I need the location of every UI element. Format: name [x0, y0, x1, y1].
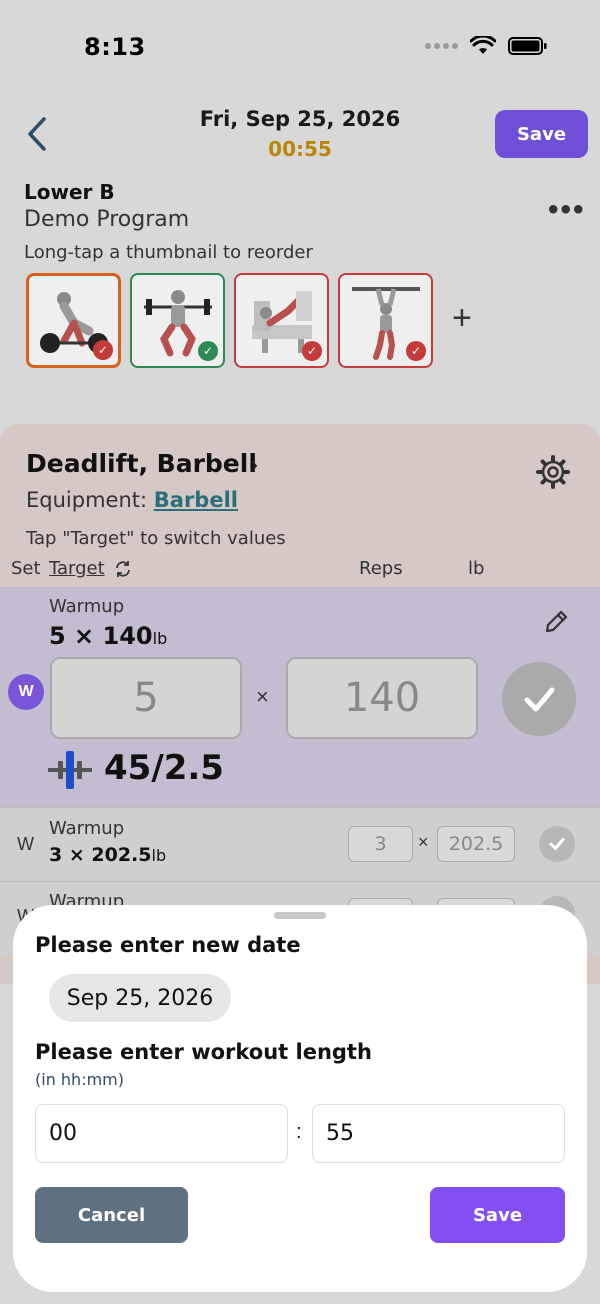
set-target[interactable]: 3 × 202.5lb: [49, 844, 166, 866]
set-label: Warmup: [49, 596, 125, 617]
status-icons: [424, 36, 548, 56]
thumbnail-hanging-leg-raise[interactable]: ✓: [338, 273, 433, 368]
gear-icon[interactable]: [536, 455, 570, 494]
more-icon[interactable]: •••: [548, 193, 586, 227]
target-weight: 202.5: [91, 844, 152, 866]
wifi-icon: [470, 36, 496, 54]
check-icon: [549, 838, 565, 850]
col-header-reps: Reps: [359, 558, 403, 579]
incomplete-check-icon: ✓: [93, 340, 113, 360]
target-reps: 5: [49, 622, 66, 650]
thumbnail-squat[interactable]: ✓: [130, 273, 225, 368]
equipment-link[interactable]: Barbell: [154, 488, 238, 512]
status-time: 8:13: [84, 33, 146, 61]
plate-breakdown: 45/2.5: [104, 748, 224, 788]
col-header-set: Set: [11, 558, 41, 579]
time-separator: :: [296, 1121, 302, 1143]
reps-input[interactable]: 3: [348, 826, 413, 862]
check-icon: [524, 687, 555, 712]
barbell-plate-icon[interactable]: [48, 751, 92, 794]
reorder-hint: Long-tap a thumbnail to reorder: [24, 242, 313, 263]
incomplete-check-icon: ✓: [406, 341, 426, 361]
sheet-save-button[interactable]: Save: [430, 1187, 565, 1243]
battery-icon: [508, 37, 547, 55]
exercise-thumbnails: ✓ ✓ ✓ ✓: [26, 273, 433, 368]
equipment-label: Equipment:: [26, 488, 148, 512]
workout-name: Lower B: [24, 180, 115, 204]
complete-check-icon: ✓: [198, 341, 218, 361]
times-symbol: ×: [418, 832, 429, 852]
sheet-grabber[interactable]: [274, 912, 326, 919]
set-target[interactable]: 5 × 140lb: [49, 622, 167, 650]
col-header-target[interactable]: Target: [49, 558, 105, 579]
signal-icon: [425, 43, 458, 49]
times-symbol: ×: [256, 684, 269, 709]
target-reps: 3: [49, 844, 63, 866]
minutes-input[interactable]: 55: [312, 1104, 565, 1163]
cancel-button[interactable]: Cancel: [35, 1187, 188, 1243]
exercise-title[interactable]: Deadlift, Barbell: [26, 449, 257, 478]
weight-input[interactable]: 202.5: [437, 826, 515, 862]
date-title: Please enter new date: [35, 933, 301, 957]
target-unit: lb: [152, 629, 168, 648]
col-header-unit: lb: [468, 558, 485, 579]
program-name: Demo Program: [24, 207, 190, 232]
chevron-right-icon[interactable]: ›: [250, 451, 258, 479]
set-type-badge[interactable]: W: [8, 674, 44, 710]
length-subtitle: (in hh:mm): [35, 1070, 124, 1089]
save-button[interactable]: Save: [495, 110, 588, 158]
target-weight: 140: [102, 622, 153, 650]
thumbnail-deadlift[interactable]: ✓: [26, 273, 121, 368]
pencil-icon[interactable]: [542, 608, 570, 641]
reps-input[interactable]: 5: [50, 657, 242, 739]
target-unit: lb: [151, 846, 167, 865]
thumbnail-leg-press[interactable]: ✓: [234, 273, 329, 368]
add-exercise-icon[interactable]: +: [452, 299, 472, 338]
weight-input[interactable]: 140: [286, 657, 478, 739]
hours-input[interactable]: 00: [35, 1104, 288, 1163]
target-hint: Tap "Target" to switch values: [26, 528, 286, 549]
swap-icon[interactable]: [114, 560, 132, 583]
incomplete-check-icon: ✓: [302, 341, 322, 361]
date-picker[interactable]: Sep 25, 2026: [49, 974, 231, 1022]
set-marker[interactable]: W: [17, 834, 34, 855]
length-title: Please enter workout length: [35, 1040, 372, 1064]
set-label: Warmup: [49, 818, 125, 839]
complete-set-button[interactable]: [502, 662, 576, 736]
complete-set-button[interactable]: [539, 826, 575, 862]
equipment-line: Equipment: Barbell: [26, 488, 238, 512]
